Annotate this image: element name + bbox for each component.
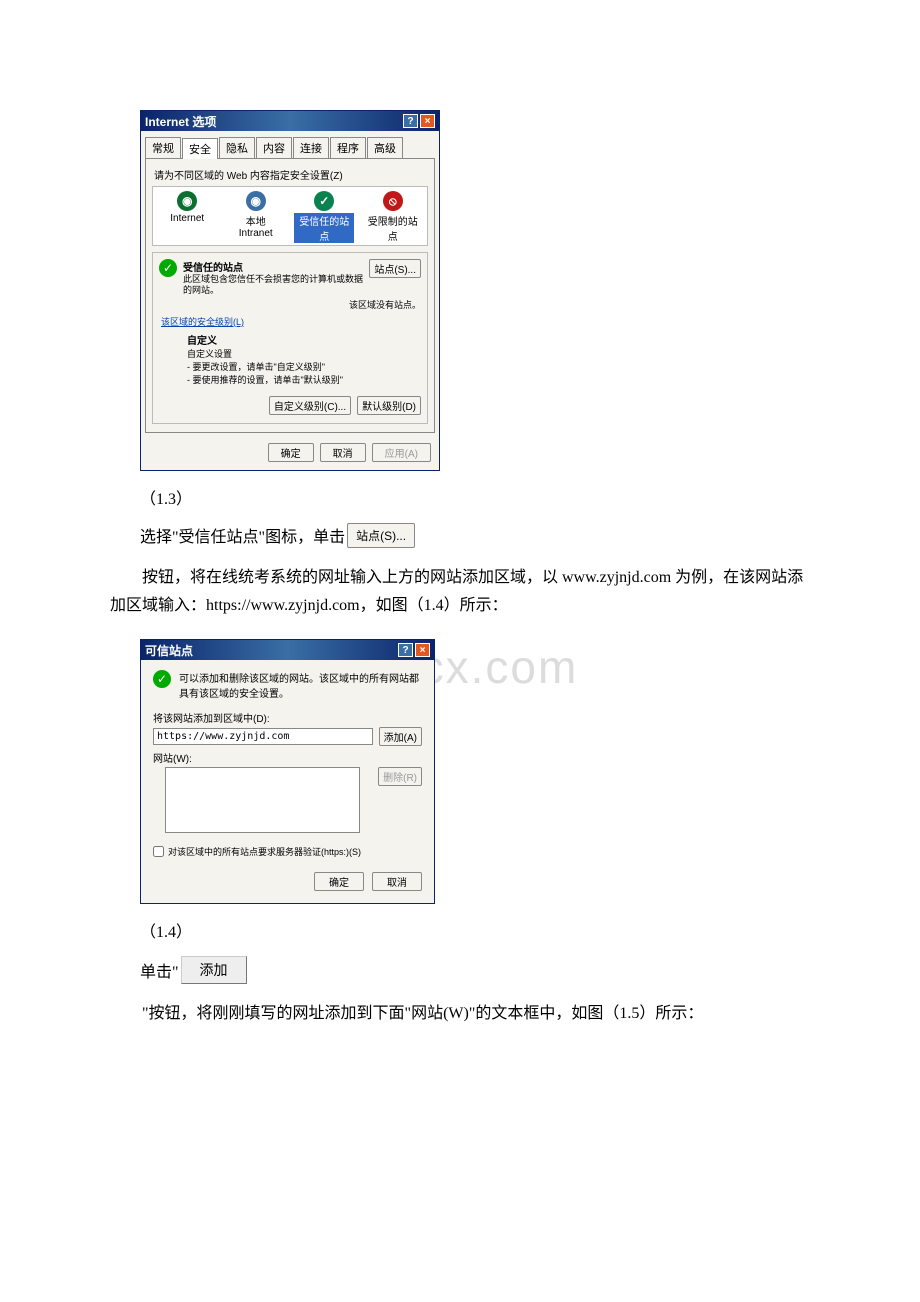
trusted-title: 受信任的站点 (183, 259, 363, 274)
dialog-desc-row: ✓ 可以添加和删除该区域的网站。该区域中的所有网站都具有该区域的安全设置。 (141, 660, 434, 706)
ok-button[interactable]: 确定 (314, 872, 364, 891)
figure-label-1-3: （1.3） (140, 485, 810, 509)
instruction-line-1: 选择"受信任站点"图标，单击 站点(S)... (140, 523, 810, 548)
https-checkbox[interactable] (153, 846, 164, 857)
trusted-check-icon: ✓ (159, 259, 177, 277)
tab-advanced[interactable]: 高级 (367, 137, 403, 158)
help-icon[interactable]: ? (403, 114, 418, 128)
cancel-button[interactable]: 取消 (372, 872, 422, 891)
dialog-title: Internet 选项 (145, 113, 401, 130)
https-check-row: 对该区域中的所有站点要求服务器验证(https:)(S) (153, 845, 422, 858)
text: 选择"受信任站点"图标，单击 (140, 523, 345, 547)
dialog-footer: 确定 取消 (141, 866, 434, 903)
zone-list: ◉ Internet ◉ 本地Intranet ✓ 受信任的站点 ⦸ 受限制的站… (152, 186, 428, 246)
tab-programs[interactable]: 程序 (330, 137, 366, 158)
zone-trusted[interactable]: ✓ 受信任的站点 (294, 191, 354, 243)
trusted-desc: 此区域包含您信任不会损害您的计算机或数据的网站。 (183, 274, 363, 296)
security-level-link[interactable]: 该区域的安全级别(L) (161, 315, 421, 328)
custom-line: - 要更改设置，请单击"自定义级别" (187, 360, 421, 373)
sites-list[interactable] (165, 767, 360, 833)
ok-button[interactable]: 确定 (268, 443, 314, 462)
figure-label-1-4: （1.4） (140, 918, 810, 942)
minus-icon: ⦸ (383, 191, 403, 211)
zone-instruction: 请为不同区域的 Web 内容指定安全设置(Z) (154, 167, 428, 182)
text: 单击" (140, 958, 179, 982)
help-icon[interactable]: ? (398, 643, 413, 657)
custom-line: 自定义设置 (187, 347, 421, 360)
default-level-button[interactable]: 默认级别(D) (357, 396, 421, 415)
close-icon[interactable]: × (420, 114, 435, 128)
apply-button[interactable]: 应用(A) (372, 443, 431, 462)
close-icon[interactable]: × (415, 643, 430, 657)
zone-status: 该区域没有站点。 (159, 298, 421, 311)
dialog-footer: 确定 取消 应用(A) (141, 437, 439, 470)
tab-general[interactable]: 常规 (145, 137, 181, 158)
custom-block: 自定义 自定义设置 - 要更改设置，请单击"自定义级别" - 要使用推荐的设置，… (187, 332, 421, 386)
sites-label: 网站(W): (153, 750, 422, 765)
zone-restricted[interactable]: ⦸ 受限制的站点 (363, 191, 423, 243)
security-panel: 请为不同区域的 Web 内容指定安全设置(Z) ◉ Internet ◉ 本地I… (145, 158, 435, 433)
custom-level-button[interactable]: 自定义级别(C)... (269, 396, 351, 415)
cancel-button[interactable]: 取消 (320, 443, 366, 462)
zone-detail-group: ✓ 受信任的站点 此区域包含您信任不会损害您的计算机或数据的网站。 站点(S).… (152, 252, 428, 424)
tab-privacy[interactable]: 隐私 (219, 137, 255, 158)
add-button[interactable]: 添加(A) (379, 727, 422, 746)
custom-title: 自定义 (187, 332, 421, 347)
instruction-para-2: 按钮，将在线统考系统的网址输入上方的网站添加区域，以 www.zyjnjd.co… (110, 564, 810, 622)
remove-button[interactable]: 删除(R) (378, 767, 422, 786)
zone-internet[interactable]: ◉ Internet (157, 191, 217, 243)
tab-security[interactable]: 安全 (182, 138, 218, 159)
sites-button-inline: 站点(S)... (347, 523, 415, 548)
site-input[interactable] (153, 728, 373, 745)
globe-icon: ◉ (177, 191, 197, 211)
add-label: 将该网站添加到区域中(D): (153, 710, 422, 725)
titlebar: 可信站点 ? × (141, 640, 434, 660)
https-check-label: 对该区域中的所有站点要求服务器验证(https:)(S) (168, 845, 361, 858)
instruction-line-3: 单击" 添加 (140, 956, 810, 984)
tabstrip: 常规 安全 隐私 内容 连接 程序 高级 (141, 133, 439, 158)
zone-label: 本地Intranet (226, 213, 286, 239)
instruction-para-4: "按钮，将刚刚填写的网址添加到下面"网站(W)"的文本框中，如图（1.5）所示： (110, 1000, 810, 1029)
trusted-sites-dialog: 可信站点 ? × ✓ 可以添加和删除该区域的网站。该区域中的所有网站都具有该区域… (140, 639, 435, 904)
trusted-check-icon: ✓ (153, 670, 171, 688)
check-icon: ✓ (314, 191, 334, 211)
titlebar: Internet 选项 ? × (141, 111, 439, 131)
zone-label: Internet (157, 213, 217, 224)
tab-content[interactable]: 内容 (256, 137, 292, 158)
zone-label: 受限制的站点 (363, 213, 423, 243)
tab-connections[interactable]: 连接 (293, 137, 329, 158)
zone-label: 受信任的站点 (294, 213, 354, 243)
internet-options-dialog: Internet 选项 ? × 常规 安全 隐私 内容 连接 程序 高级 请为不… (140, 110, 440, 471)
zone-intranet[interactable]: ◉ 本地Intranet (226, 191, 286, 243)
add-button-inline: 添加 (181, 956, 247, 984)
intranet-icon: ◉ (246, 191, 266, 211)
dialog-title: 可信站点 (145, 642, 396, 659)
dialog-desc: 可以添加和删除该区域的网站。该区域中的所有网站都具有该区域的安全设置。 (179, 670, 422, 700)
sites-button[interactable]: 站点(S)... (369, 259, 421, 278)
custom-line: - 要使用推荐的设置，请单击"默认级别" (187, 373, 421, 386)
